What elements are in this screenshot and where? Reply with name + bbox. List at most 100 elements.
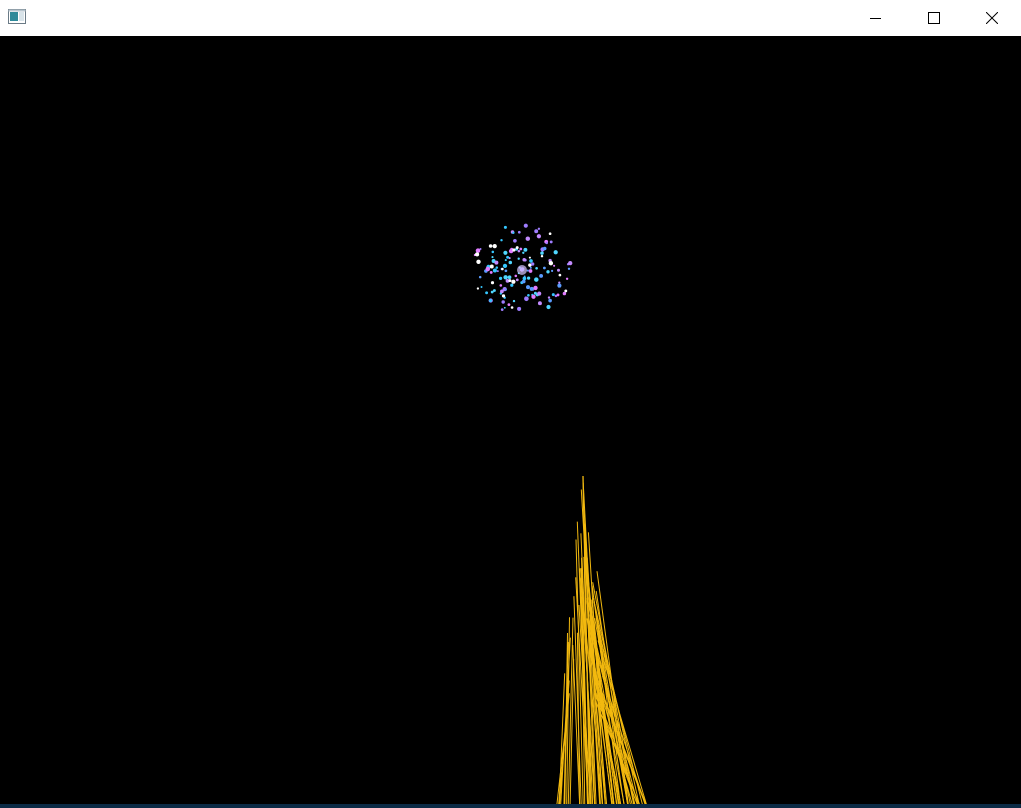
- particle: [511, 279, 516, 284]
- particle: [510, 306, 514, 309]
- particle: [543, 266, 546, 270]
- particle: [500, 239, 503, 242]
- particle: [542, 246, 547, 251]
- particle: [537, 227, 541, 230]
- particle: [476, 287, 480, 290]
- particle: [522, 276, 527, 281]
- particle: [526, 269, 529, 272]
- particle: [499, 284, 503, 287]
- particle: [519, 247, 523, 251]
- particle: [523, 247, 528, 252]
- particle: [540, 251, 544, 255]
- particle: [553, 250, 558, 255]
- particle: [548, 261, 554, 266]
- particle: [488, 244, 493, 248]
- render-canvas[interactable]: [0, 36, 1021, 808]
- particle: [568, 260, 573, 266]
- particle: [557, 283, 562, 288]
- particle: [508, 260, 513, 265]
- minimize-button[interactable]: [847, 0, 905, 36]
- title-bar[interactable]: [0, 0, 1021, 36]
- particle: [525, 236, 531, 241]
- particle: [479, 247, 482, 251]
- particle: [557, 268, 560, 272]
- particle: [514, 274, 518, 278]
- particle: [501, 267, 504, 271]
- particle: [558, 281, 561, 284]
- firework-burst: [473, 223, 573, 311]
- particle: [492, 268, 497, 273]
- particle: [489, 270, 493, 274]
- particle: [549, 240, 553, 244]
- particle: [524, 296, 527, 299]
- particle: [506, 255, 510, 259]
- particle: [535, 266, 538, 270]
- particle: [529, 286, 534, 291]
- particle: [476, 259, 481, 264]
- particle: [508, 279, 512, 283]
- particle: [564, 289, 568, 293]
- particle: [502, 263, 508, 269]
- particle: [485, 266, 491, 272]
- particle: [480, 285, 483, 289]
- particle: [546, 304, 551, 310]
- particle: [507, 303, 511, 306]
- particle: [491, 250, 495, 254]
- particle: [537, 301, 542, 306]
- particle: [512, 248, 516, 252]
- particle: [539, 273, 544, 278]
- particle: [491, 256, 494, 259]
- particle: [529, 266, 532, 269]
- particle: [475, 252, 480, 257]
- window-bottom-edge: [0, 804, 1021, 808]
- particle: [492, 243, 497, 249]
- particle: [529, 259, 533, 263]
- particle: [495, 266, 499, 269]
- particle: [531, 294, 536, 299]
- burst-core: [517, 265, 527, 275]
- particle: [536, 234, 542, 239]
- particle: [523, 223, 528, 228]
- particle: [498, 276, 503, 281]
- particle: [503, 250, 508, 255]
- maximize-button[interactable]: [905, 0, 963, 36]
- particle: [533, 285, 538, 291]
- particle: [553, 264, 556, 267]
- particle: [517, 306, 522, 311]
- particle: [485, 291, 489, 295]
- particle: [567, 267, 571, 270]
- particle: [503, 225, 507, 229]
- minimize-icon: [870, 18, 881, 19]
- particle: [522, 251, 525, 254]
- particle: [517, 257, 520, 260]
- scene-svg: [473, 223, 648, 808]
- close-icon: [986, 12, 998, 24]
- particle: [510, 283, 514, 287]
- particle: [534, 277, 539, 282]
- close-button[interactable]: [963, 0, 1021, 36]
- particle: [545, 241, 548, 245]
- particle: [562, 291, 567, 296]
- particle: [534, 229, 539, 234]
- particle: [565, 277, 569, 281]
- particle: [547, 296, 551, 299]
- particle: [527, 294, 530, 297]
- particle: [526, 276, 531, 280]
- particle: [517, 230, 521, 234]
- particle: [528, 256, 531, 259]
- particle: [507, 275, 512, 280]
- particle: [504, 259, 507, 262]
- particle: [500, 308, 504, 311]
- particle: [517, 249, 521, 253]
- particle: [551, 269, 554, 272]
- particle: [494, 260, 499, 265]
- rocket-trail: [556, 475, 648, 808]
- particle: [531, 262, 535, 266]
- particle: [556, 293, 560, 297]
- particle: [515, 246, 519, 250]
- particle: [513, 238, 517, 243]
- app-icon: [8, 9, 26, 24]
- particle: [501, 300, 505, 304]
- particle: [537, 291, 542, 296]
- particle: [478, 275, 482, 279]
